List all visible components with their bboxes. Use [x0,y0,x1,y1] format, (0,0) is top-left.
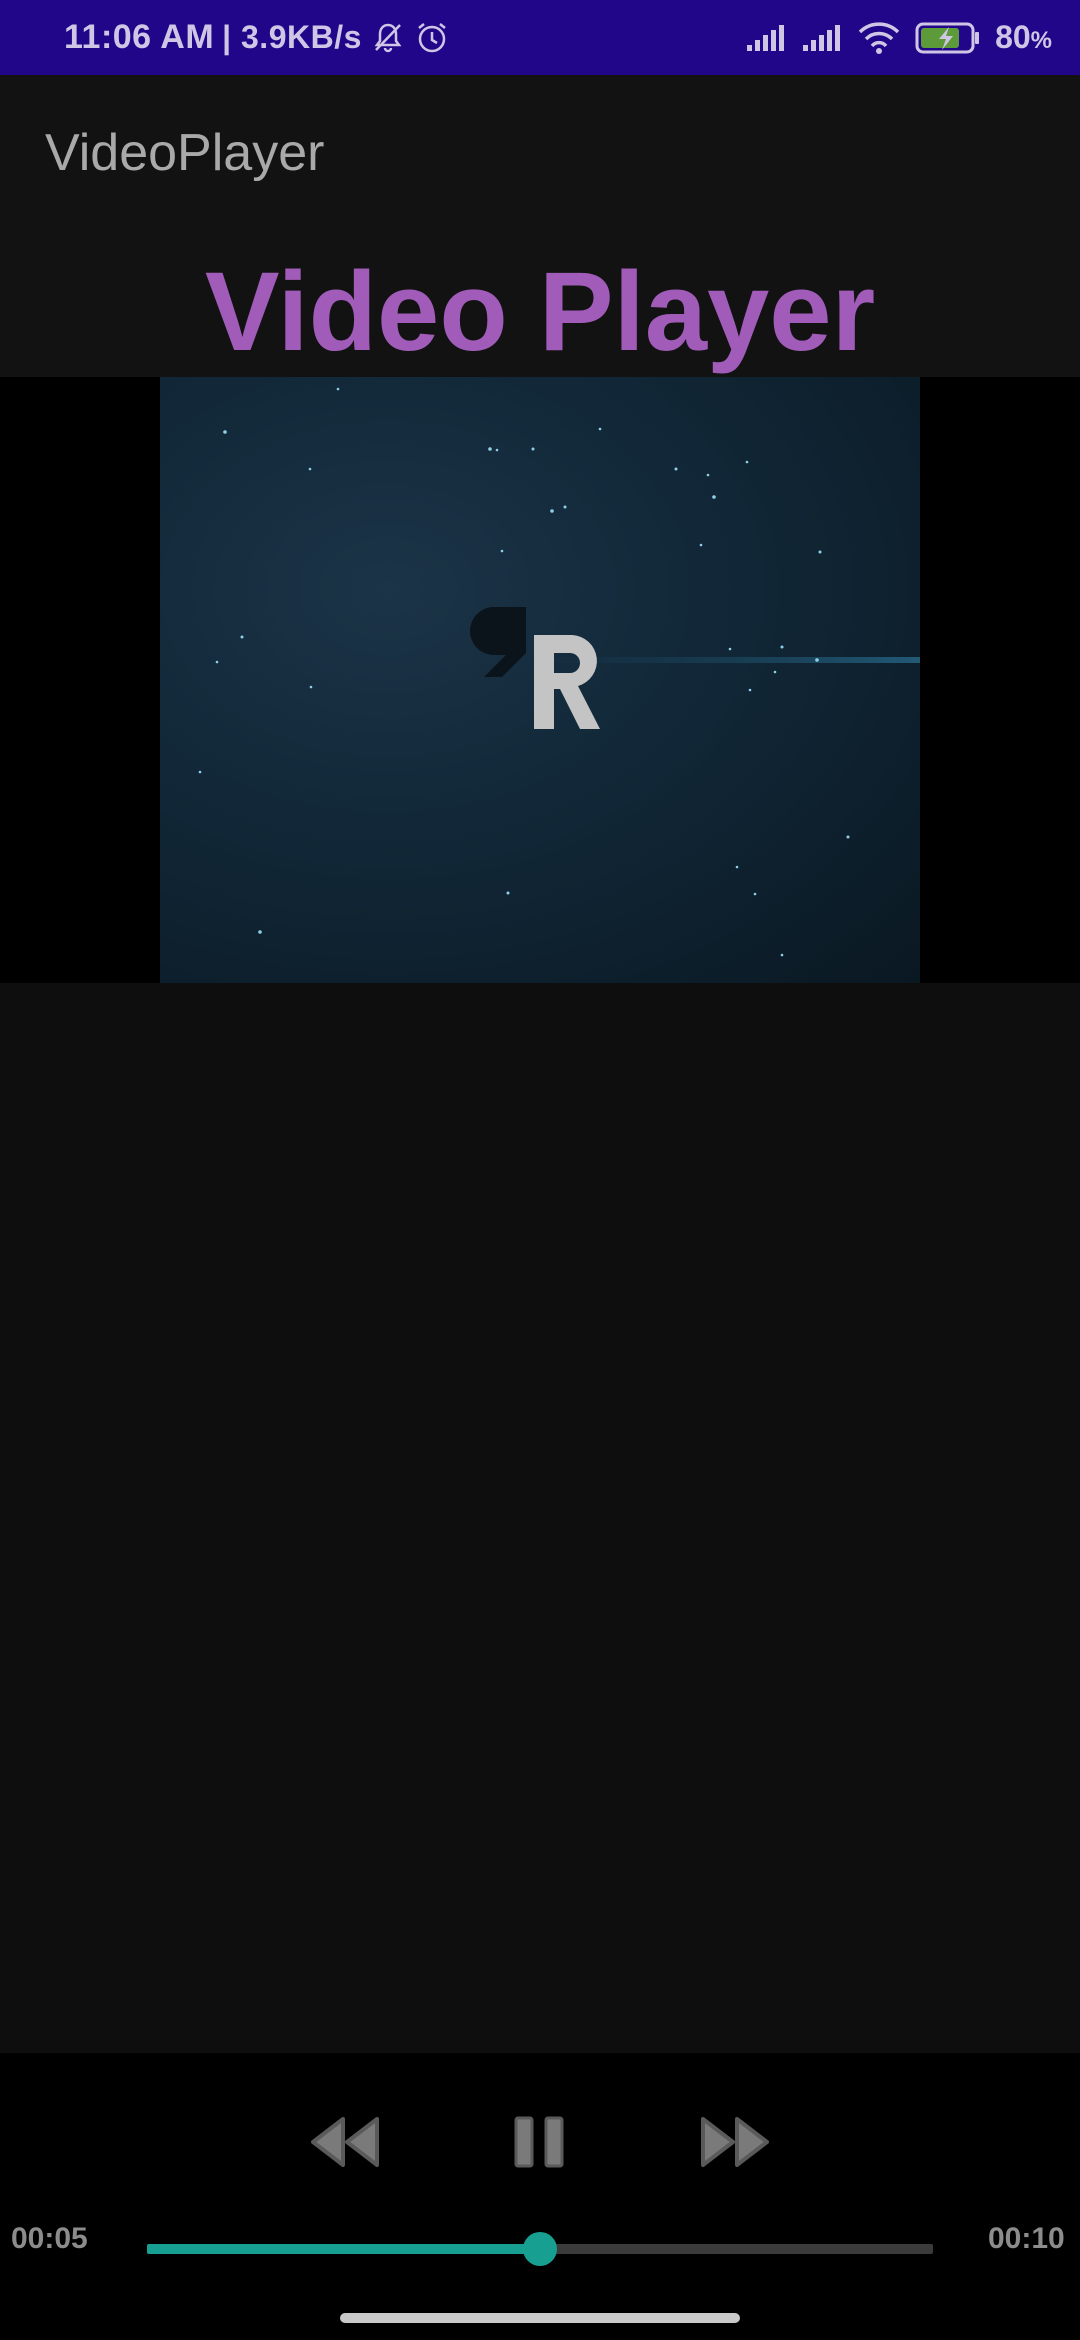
wifi-icon [857,21,901,55]
seek-bar[interactable] [147,2232,933,2266]
battery-percent: 80 [995,19,1031,55]
mute-bell-icon [370,20,406,56]
app-title: VideoPlayer [45,124,325,182]
fast-forward-icon [701,2117,769,2167]
seek-bar-progress [147,2244,540,2254]
page-title: Video Player [204,249,876,374]
rewind-button[interactable] [305,2107,385,2177]
signal-icon [801,23,843,53]
page-heading: Video Player [0,235,1080,377]
seek-bar-thumb[interactable] [523,2232,557,2266]
total-time: 00:10 [988,2222,1065,2255]
home-indicator[interactable] [340,2313,740,2323]
video-frame[interactable] [160,377,920,983]
rr-logo-icon [470,607,600,729]
battery-charging-icon [915,21,981,55]
alarm-icon [414,20,450,56]
signal-icon [745,23,787,53]
pause-icon [514,2116,564,2168]
battery-unit: % [1030,27,1052,54]
status-time: 11:06 AM [64,18,215,56]
video-view[interactable] [0,377,1080,983]
network-speed: | 3.9KB/s [222,19,362,55]
app-bar: VideoPlayer [0,75,1080,235]
status-bar: 11:06 AM | 3.9KB/s 80% [0,0,1080,75]
current-time: 00:05 [11,2222,88,2255]
pause-button[interactable] [502,2107,578,2177]
fast-forward-button[interactable] [695,2107,775,2177]
player-controls [0,2053,1080,2340]
rewind-icon [311,2117,379,2167]
